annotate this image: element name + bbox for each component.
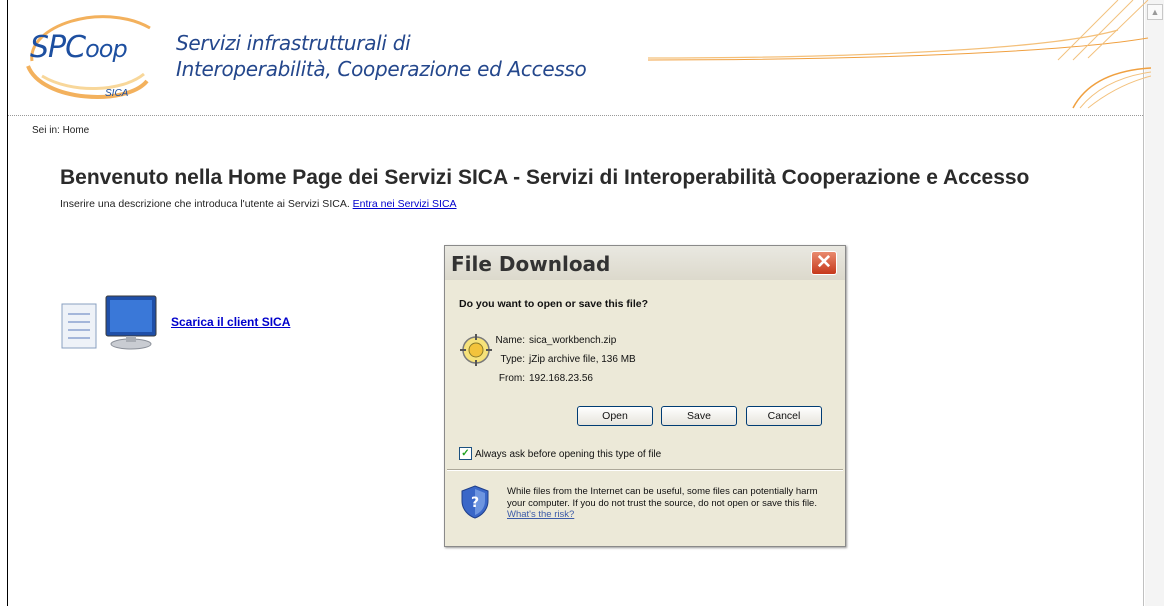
file-type-row: Type: jZip archive file, 136 MB <box>455 354 636 365</box>
dialog-separator <box>447 469 843 471</box>
file-name-label: Name: <box>495 335 525 346</box>
site-title: Servizi infrastrutturali di Interoperabi… <box>176 30 587 82</box>
always-ask-label: Always ask before opening this type of f… <box>475 449 662 461</box>
dialog-body: Do you want to open or save this file? N… <box>445 280 845 546</box>
dialog-question: Do you want to open or save this file? <box>459 298 649 310</box>
file-type-value: jZip archive file, 136 MB <box>529 354 636 365</box>
enter-services-link[interactable]: Entra nei Servizi SICA <box>353 198 457 210</box>
breadcrumb: Sei in: Home <box>32 125 90 136</box>
save-button[interactable]: Save <box>661 406 737 426</box>
logo: SPCoop <box>30 30 128 65</box>
page-title: Benvenuto nella Home Page dei Servizi SI… <box>60 166 1030 189</box>
checkmark-icon: ✓ <box>461 448 470 459</box>
dialog-title: File Download <box>451 252 611 276</box>
file-download-dialog: File Download ✕ Do you want to open or s… <box>444 245 846 547</box>
site-header: SPCoop SICA Servizi infrastrutturali di … <box>8 0 1151 110</box>
always-ask-checkbox[interactable]: ✓ <box>459 447 472 460</box>
file-name-value: sica_workbench.zip <box>529 335 617 346</box>
browser-page: ▲ SPCoop SICA Servizi infrastrutturali d… <box>0 0 1164 606</box>
open-button[interactable]: Open <box>577 406 653 426</box>
cancel-button[interactable]: Cancel <box>746 406 822 426</box>
download-client-link[interactable]: Scarica il client SICA <box>171 315 290 329</box>
header-divider <box>8 115 1143 116</box>
svg-text:?: ? <box>471 495 479 511</box>
file-source-label: From: <box>498 373 525 384</box>
logo-main-text: SPC <box>30 30 86 65</box>
file-source-row: From: 192.168.23.56 <box>455 373 593 384</box>
always-ask-option[interactable]: ✓ Always ask before opening this type of … <box>459 447 662 461</box>
page-description: Inserire una descrizione che introduca l… <box>60 198 457 210</box>
whats-the-risk-link[interactable]: What's the risk? <box>507 509 574 520</box>
file-source-value: 192.168.23.56 <box>529 373 593 384</box>
site-title-line1: Servizi infrastrutturali di <box>176 31 411 55</box>
site-title-line2: Interoperabilità, Cooperazione ed Access… <box>176 57 587 81</box>
security-warning: While files from the Internet can be use… <box>507 486 833 521</box>
header-swoosh-icon <box>648 0 1151 109</box>
file-name-row: Name: sica_workbench.zip <box>455 335 617 346</box>
security-shield-icon: ? <box>461 485 489 519</box>
logo-subtitle: SICA <box>105 88 129 99</box>
close-icon[interactable]: ✕ <box>811 251 837 275</box>
logo-tail-text: oop <box>85 35 128 63</box>
security-warning-text: While files from the Internet can be use… <box>507 486 818 509</box>
client-computer-icon <box>61 295 157 350</box>
dialog-titlebar[interactable]: File Download ✕ <box>445 246 845 280</box>
description-text: Inserire una descrizione che introduca l… <box>60 198 350 210</box>
file-type-label: Type: <box>500 354 525 365</box>
